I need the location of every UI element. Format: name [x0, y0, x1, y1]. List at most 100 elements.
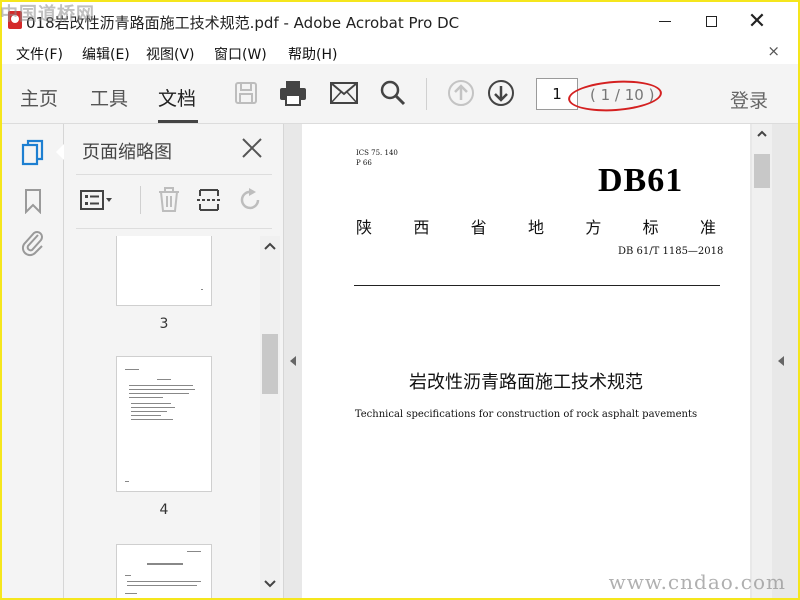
thumbnail-text [201, 289, 203, 290]
delete-page-button[interactable] [152, 184, 186, 216]
page-thumbnail[interactable] [116, 544, 212, 598]
standard-type-char: 西 [413, 218, 430, 237]
close-window-button[interactable]: ✕ [734, 2, 780, 40]
menu-view[interactable]: 视图(V) [146, 44, 195, 64]
thumbnail-text [125, 369, 139, 370]
close-panel-button[interactable] [238, 134, 266, 162]
maximize-button[interactable] [688, 2, 734, 40]
thumbnail-page-number: 4 [159, 502, 169, 518]
page-count: ( 1 / 10 ) [590, 86, 655, 104]
standard-type-char: 准 [699, 218, 716, 237]
arrow-up-circle-icon [448, 80, 474, 106]
chevron-up-icon [757, 130, 767, 137]
menu-edit[interactable]: 编辑(E) [82, 44, 130, 64]
main-toolbar: 主页 工具 文档 1 (1 / 10) 登录 [2, 64, 798, 124]
standard-type: 陕 西 省 地 方 标 准 [356, 214, 716, 238]
page-thumbnails-panel: 页面缩略图 3 4 [64, 124, 284, 598]
search-icon [380, 80, 406, 106]
acrobat-window: 018岩改性沥青路面施工技术规范.pdf - Adobe Acrobat Pro… [2, 2, 798, 598]
thumbnail-text [129, 389, 195, 390]
tab-document[interactable]: 文档 [158, 84, 196, 111]
previous-page-button[interactable] [446, 78, 476, 108]
scroll-down-arrow[interactable] [262, 576, 278, 592]
document-view: ICS 75. 140 P 66 DB61 陕 西 省 地 方 标 准 DB 6… [284, 124, 798, 598]
scroll-up-arrow[interactable] [262, 238, 278, 254]
scrollbar-thumb[interactable] [754, 154, 770, 188]
page-thumbnail[interactable] [116, 356, 212, 492]
standard-type-char: 陕 [356, 218, 373, 237]
thumbnail-scrollbar[interactable] [260, 236, 280, 598]
menu-window[interactable]: 窗口(W) [214, 44, 267, 64]
navigation-rail [2, 124, 64, 598]
standard-type-char: 方 [585, 218, 602, 237]
document-title-english: Technical specifications for constructio… [354, 409, 698, 420]
thumbnail-text [157, 379, 171, 380]
page-thumbnails-icon [21, 139, 44, 166]
envelope-icon [330, 82, 358, 104]
panel-divider [76, 228, 272, 229]
save-icon [235, 82, 257, 104]
paperclip-icon [21, 231, 43, 257]
document-title-chinese: 岩改性沥青路面施工技术规范 [409, 372, 643, 393]
save-button[interactable] [231, 78, 261, 108]
thumbnail-text [129, 397, 163, 398]
menu-help[interactable]: 帮助(H) [288, 44, 337, 64]
panel-title: 页面缩略图 [82, 142, 172, 163]
maximize-icon [705, 15, 717, 27]
thumbnail-options-button[interactable] [80, 184, 114, 216]
standard-number: DB 61/T 1185—2018 [618, 246, 724, 257]
standard-type-char: 地 [527, 218, 544, 237]
expand-right-pane-arrow[interactable] [778, 356, 784, 366]
thumbnail-text [129, 393, 189, 394]
bookmark-icon [25, 189, 41, 214]
thumbnail-list: 3 4 [64, 236, 260, 598]
thumbnail-text [131, 407, 175, 408]
ccs-code: P 66 [356, 159, 372, 167]
attachments-button[interactable] [18, 228, 48, 258]
menu-bar: 文件(F) 编辑(E) 视图(V) 窗口(W) 帮助(H) × [2, 40, 798, 64]
panel-divider [76, 174, 272, 175]
close-icon [242, 138, 262, 158]
close-document-button[interactable]: × [767, 42, 780, 60]
ics-code: ICS 75. 140 [356, 149, 398, 157]
page-thumbnail[interactable] [116, 236, 212, 306]
print-button[interactable] [278, 78, 308, 108]
thumbnail-text [125, 593, 137, 594]
ics-classification: ICS 75. 140 P 66 [356, 148, 398, 168]
insert-pages-button[interactable] [192, 184, 226, 216]
minimize-icon [659, 20, 671, 22]
trash-icon [159, 187, 179, 212]
search-button[interactable] [378, 78, 408, 108]
minimize-button[interactable] [642, 2, 688, 40]
arrow-down-circle-icon [488, 80, 514, 106]
collapse-left-pane-arrow[interactable] [290, 356, 296, 366]
thumbnail-text [127, 581, 201, 582]
printer-icon [280, 81, 306, 106]
thumbnail-page-number: 3 [159, 316, 169, 332]
email-button[interactable] [329, 78, 359, 108]
thumbnail-text [125, 575, 131, 576]
insert-pages-icon [197, 189, 221, 211]
page-thumbnails-button[interactable] [18, 138, 48, 168]
scroll-up-arrow[interactable] [754, 126, 770, 140]
pdf-page: ICS 75. 140 P 66 DB61 陕 西 省 地 方 标 准 DB 6… [302, 124, 750, 598]
panel-pointer [56, 144, 64, 160]
thumbnail-text [131, 403, 171, 404]
rotate-page-button[interactable] [234, 184, 268, 216]
thumbnail-text [131, 415, 161, 416]
menu-file[interactable]: 文件(F) [16, 44, 63, 64]
next-page-button[interactable] [486, 78, 516, 108]
tab-tools[interactable]: 工具 [90, 84, 128, 111]
document-scrollbar[interactable] [752, 124, 772, 598]
chevron-up-icon [264, 242, 276, 250]
active-tab-indicator [158, 120, 198, 123]
thumbnail-text [127, 585, 197, 586]
acrobat-pdf-icon [8, 11, 22, 29]
thumbnail-text [125, 481, 129, 482]
options-menu-icon [80, 190, 112, 210]
chevron-down-icon [264, 580, 276, 588]
bookmarks-button[interactable] [18, 186, 48, 216]
tab-home[interactable]: 主页 [20, 84, 58, 111]
login-link[interactable]: 登录 [730, 86, 768, 113]
scrollbar-thumb[interactable] [262, 334, 278, 394]
